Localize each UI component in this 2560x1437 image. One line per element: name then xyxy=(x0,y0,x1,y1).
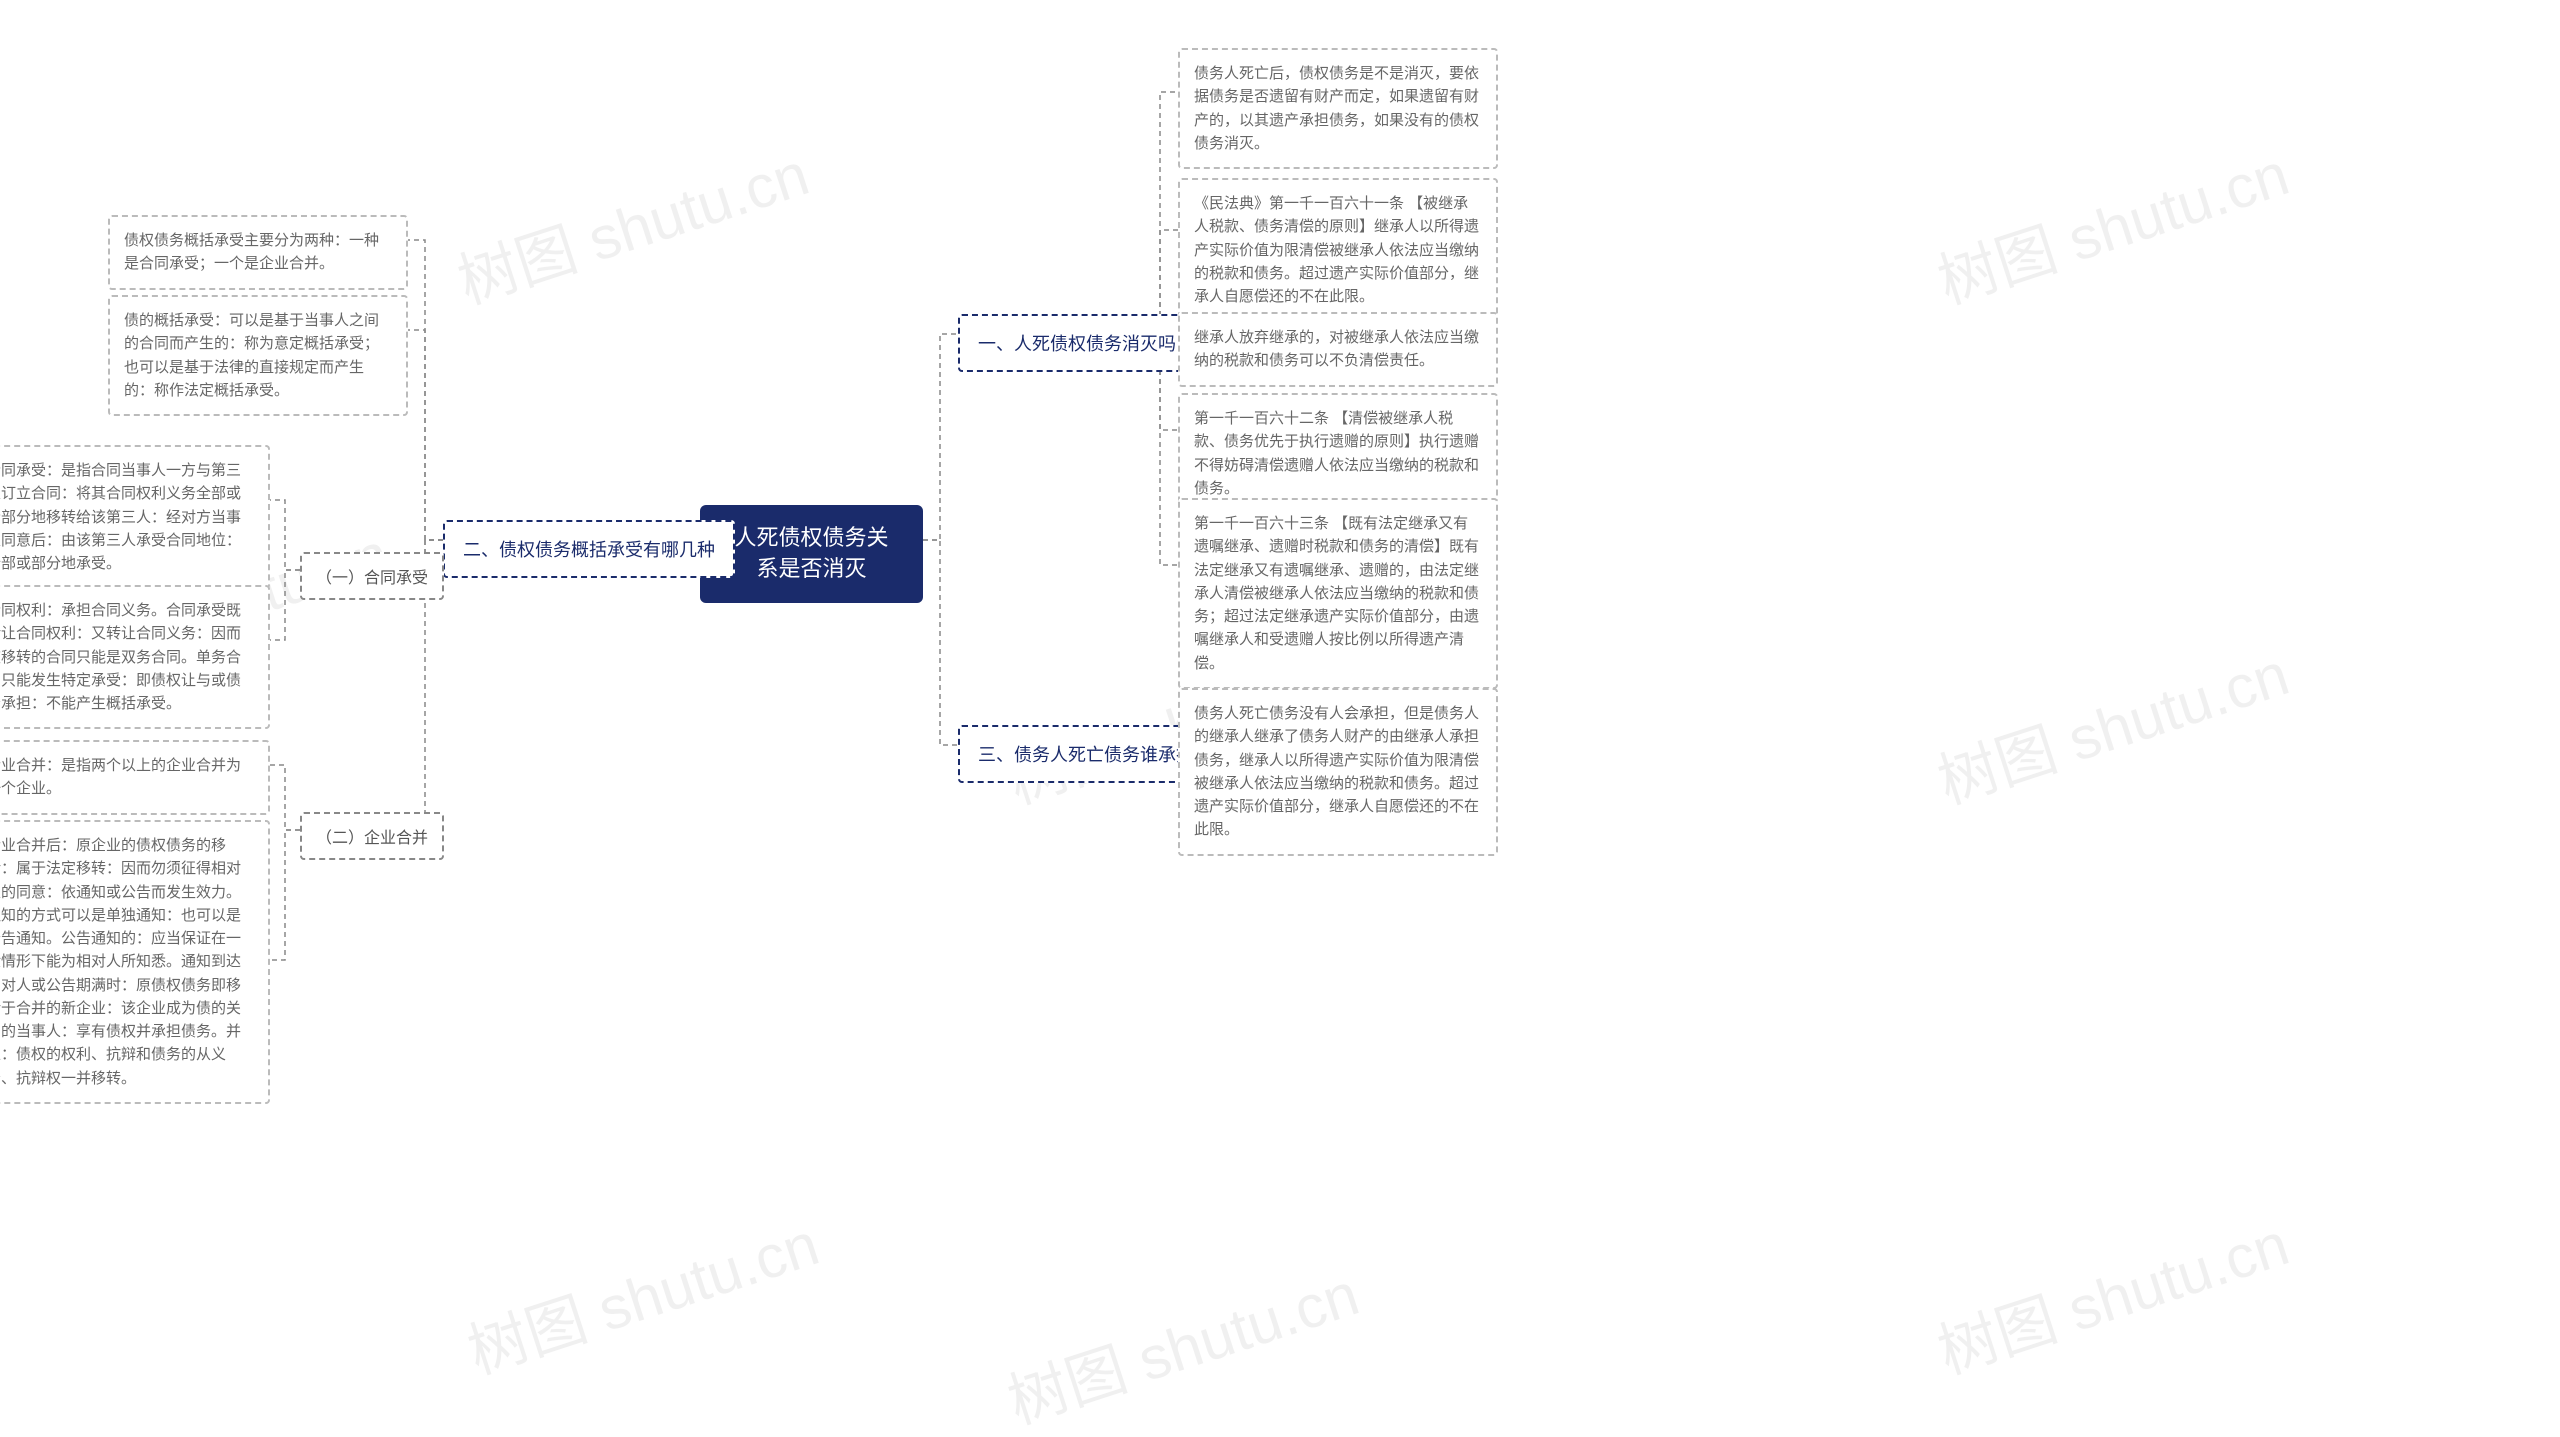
leaf-b1-3[interactable]: 继承人放弃继承的，对被继承人依法应当缴纳的税款和债务可以不负清偿责任。 xyxy=(1178,312,1498,387)
leaf-s2-1[interactable]: 企业合并：是指两个以上的企业合并为一个企业。 xyxy=(0,740,270,815)
sub-1[interactable]: （一）合同承受 xyxy=(300,552,444,600)
branch-3[interactable]: 三、债务人死亡债务谁承担 xyxy=(958,725,1214,783)
branch-1[interactable]: 一、人死债权债务消灭吗 xyxy=(958,314,1196,372)
leaf-b1-4[interactable]: 第一千一百六十二条 【清偿被继承人税款、债务优先于执行遗赠的原则】执行遗赠不得妨… xyxy=(1178,393,1498,514)
leaf-s1-2[interactable]: 合同权利：承担合同义务。合同承受既转让合同权利：又转让合同义务：因而被移转的合同… xyxy=(0,585,270,729)
branch-2[interactable]: 二、债权债务概括承受有哪几种 xyxy=(443,520,735,578)
leaf-s2-2[interactable]: 企业合并后：原企业的债权债务的移转：属于法定移转：因而勿须征得相对人的同意：依通… xyxy=(0,820,270,1104)
sub-2[interactable]: （二）企业合并 xyxy=(300,812,444,860)
watermark: 树图 shutu.cn xyxy=(1925,1196,2298,1391)
leaf-b1-5[interactable]: 第一千一百六十三条 【既有法定继承又有遗嘱继承、遗赠时税款和债务的清偿】既有法定… xyxy=(1178,498,1498,689)
leaf-b1-1[interactable]: 债务人死亡后，债权债务是不是消灭，要依据债务是否遗留有财产而定，如果遗留有财产的… xyxy=(1178,48,1498,169)
leaf-b2-1[interactable]: 债权债务概括承受主要分为两种：一种是合同承受；一个是企业合并。 xyxy=(108,215,408,290)
leaf-b1-2[interactable]: 《民法典》第一千一百六十一条 【被继承人税款、债务清偿的原则】继承人以所得遗产实… xyxy=(1178,178,1498,322)
watermark: 树图 shutu.cn xyxy=(1925,626,2298,821)
leaf-b3-1[interactable]: 债务人死亡债务没有人会承担，但是债务人的继承人继承了债务人财产的由继承人承担债务… xyxy=(1178,688,1498,856)
watermark: 树图 shutu.cn xyxy=(445,126,818,321)
leaf-s1-1[interactable]: 合同承受：是指合同当事人一方与第三人订立合同：将其合同权利义务全部或者部分地移转… xyxy=(0,445,270,589)
watermark: 树图 shutu.cn xyxy=(995,1246,1368,1437)
leaf-b2-2[interactable]: 债的概括承受：可以是基于当事人之间的合同而产生的：称为意定概括承受；也可以是基于… xyxy=(108,295,408,416)
watermark: 树图 shutu.cn xyxy=(1925,126,2298,321)
watermark: 树图 shutu.cn xyxy=(455,1196,828,1391)
